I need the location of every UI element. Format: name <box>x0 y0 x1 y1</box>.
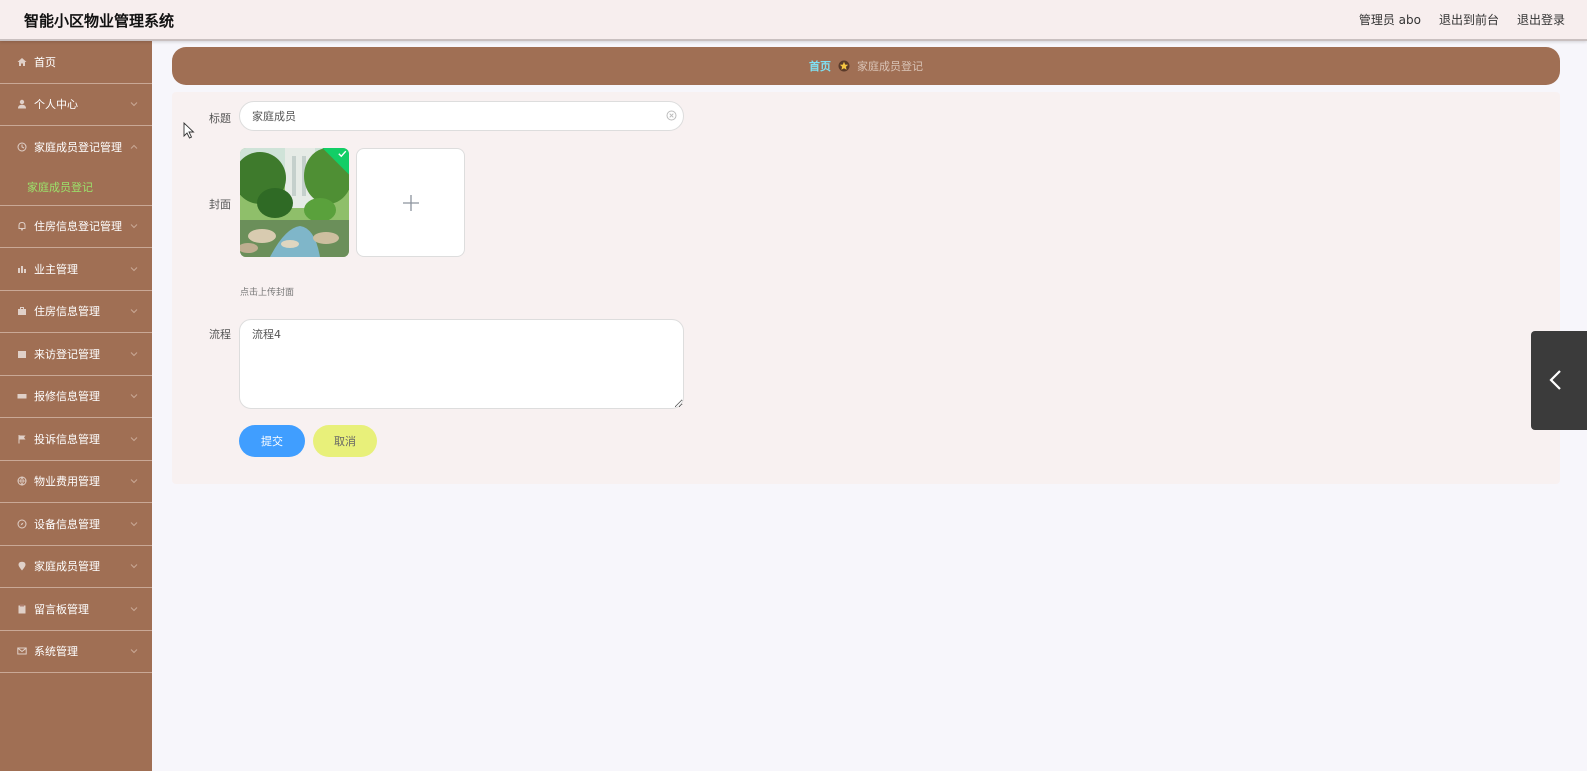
sidebar-item-label: 业主管理 <box>34 262 78 276</box>
side-panel-toggle[interactable] <box>1531 331 1587 430</box>
chevron-down-icon <box>130 564 138 569</box>
sidebar-item-label: 家庭成员登记管理 <box>34 141 122 155</box>
compass-icon <box>17 519 27 529</box>
chevron-up-icon <box>130 145 138 150</box>
mail-icon <box>17 646 27 656</box>
top-bar: 智能小区物业管理系统 管理员 abo 退出到前台 退出登录 <box>0 0 1587 41</box>
chevron-down-icon <box>130 649 138 654</box>
sidebar-item-label: 系统管理 <box>34 645 78 659</box>
chart-icon <box>17 264 27 274</box>
bell-icon <box>17 221 27 231</box>
sidebar-item-label: 首页 <box>34 55 56 69</box>
process-textarea[interactable]: 流程4 <box>239 319 684 409</box>
sidebar-item-label: 住房信息管理 <box>34 305 100 319</box>
clipboard-icon <box>17 604 27 614</box>
sidebar-item-complaint[interactable]: 投诉信息管理 <box>0 418 152 461</box>
location-icon <box>17 561 27 571</box>
sidebar-item-family[interactable]: 家庭成员管理 <box>0 546 152 588</box>
sidebar-item-label: 投诉信息管理 <box>34 432 100 446</box>
sidebar-item-repair[interactable]: 报修信息管理 <box>0 376 152 418</box>
chevron-down-icon <box>130 102 138 107</box>
sidebar-item-home[interactable]: 首页 <box>0 41 152 84</box>
chevron-left-icon <box>1549 370 1561 390</box>
sidebar-item-visitor[interactable]: 来访登记管理 <box>0 333 152 376</box>
home-icon <box>17 57 27 67</box>
sidebar-item-label: 住房信息登记管理 <box>34 220 122 234</box>
sidebar-item-owner[interactable]: 业主管理 <box>0 248 152 291</box>
breadcrumb: 首页 家庭成员登记 <box>172 47 1560 85</box>
logout-link[interactable]: 退出登录 <box>1517 11 1565 28</box>
sidebar-item-system[interactable]: 系统管理 <box>0 631 152 673</box>
user-label: 管理员 abo <box>1358 13 1421 27</box>
sidebar-item-label: 个人中心 <box>34 98 78 112</box>
chevron-down-icon <box>130 309 138 314</box>
chevron-down-icon <box>130 606 138 611</box>
plus-icon <box>402 194 419 211</box>
sidebar-item-label: 留言板管理 <box>34 602 89 616</box>
breadcrumb-home-link[interactable]: 首页 <box>809 58 831 74</box>
sidebar-item-profile[interactable]: 个人中心 <box>0 84 152 126</box>
sidebar-item-fee[interactable]: 物业费用管理 <box>0 461 152 503</box>
sidebar: 首页 个人中心 家庭成员登记管理 家庭成员登记 住房信息登记管理 业主管理 住房… <box>0 41 152 771</box>
top-right-actions: 管理员 abo 退出到前台 退出登录 <box>1359 11 1565 28</box>
sidebar-item-family-register-mgmt[interactable]: 家庭成员登记管理 <box>0 126 152 169</box>
sidebar-item-label: 来访登记管理 <box>34 347 100 361</box>
garden-image <box>240 148 349 257</box>
upload-cover-button[interactable] <box>356 148 465 257</box>
globe-icon <box>17 476 27 487</box>
star-icon <box>838 60 850 72</box>
title-input[interactable] <box>239 101 684 131</box>
chevron-down-icon <box>130 521 138 526</box>
back-to-front-link[interactable]: 退出到前台 <box>1439 11 1499 28</box>
title-label: 标题 <box>209 112 231 125</box>
calendar-icon <box>17 349 27 359</box>
user-icon <box>17 99 27 109</box>
chevron-down-icon <box>130 351 138 356</box>
process-label: 流程 <box>209 328 231 341</box>
mouse-cursor-icon <box>183 122 195 139</box>
clear-icon[interactable] <box>666 110 677 121</box>
cover-label: 封面 <box>209 198 231 211</box>
sidebar-item-label: 设备信息管理 <box>34 517 100 531</box>
form-card: 标题 封面 点击上传封面 流程 流程4 提交 取消 <box>172 92 1560 484</box>
sidebar-item-label: 家庭成员管理 <box>34 560 100 574</box>
cancel-button[interactable]: 取消 <box>313 425 377 457</box>
breadcrumb-current: 家庭成员登记 <box>857 60 923 73</box>
sidebar-item-label: 报修信息管理 <box>34 390 100 404</box>
sidebar-item-housing-register[interactable]: 住房信息登记管理 <box>0 206 152 248</box>
check-icon <box>338 150 347 158</box>
chevron-down-icon <box>130 266 138 271</box>
ticket-icon <box>17 391 27 401</box>
cover-image-thumbnail[interactable] <box>240 148 349 257</box>
sidebar-item-equipment[interactable]: 设备信息管理 <box>0 503 152 546</box>
sidebar-subitem-family-register[interactable]: 家庭成员登记 <box>0 169 152 205</box>
briefcase-icon <box>17 306 27 316</box>
chevron-down-icon <box>130 224 138 229</box>
upload-hint: 点击上传封面 <box>240 288 295 298</box>
clock-icon <box>17 142 27 152</box>
sidebar-item-label: 物业费用管理 <box>34 475 100 489</box>
sidebar-group-family-register: 家庭成员登记管理 家庭成员登记 <box>0 126 152 206</box>
sidebar-item-message-board[interactable]: 留言板管理 <box>0 588 152 631</box>
app-title: 智能小区物业管理系统 <box>24 12 175 30</box>
sidebar-item-housing[interactable]: 住房信息管理 <box>0 291 152 333</box>
chevron-down-icon <box>130 394 138 399</box>
submit-button[interactable]: 提交 <box>239 425 305 457</box>
chevron-down-icon <box>130 479 138 484</box>
flag-icon <box>17 434 27 444</box>
chevron-down-icon <box>130 436 138 441</box>
